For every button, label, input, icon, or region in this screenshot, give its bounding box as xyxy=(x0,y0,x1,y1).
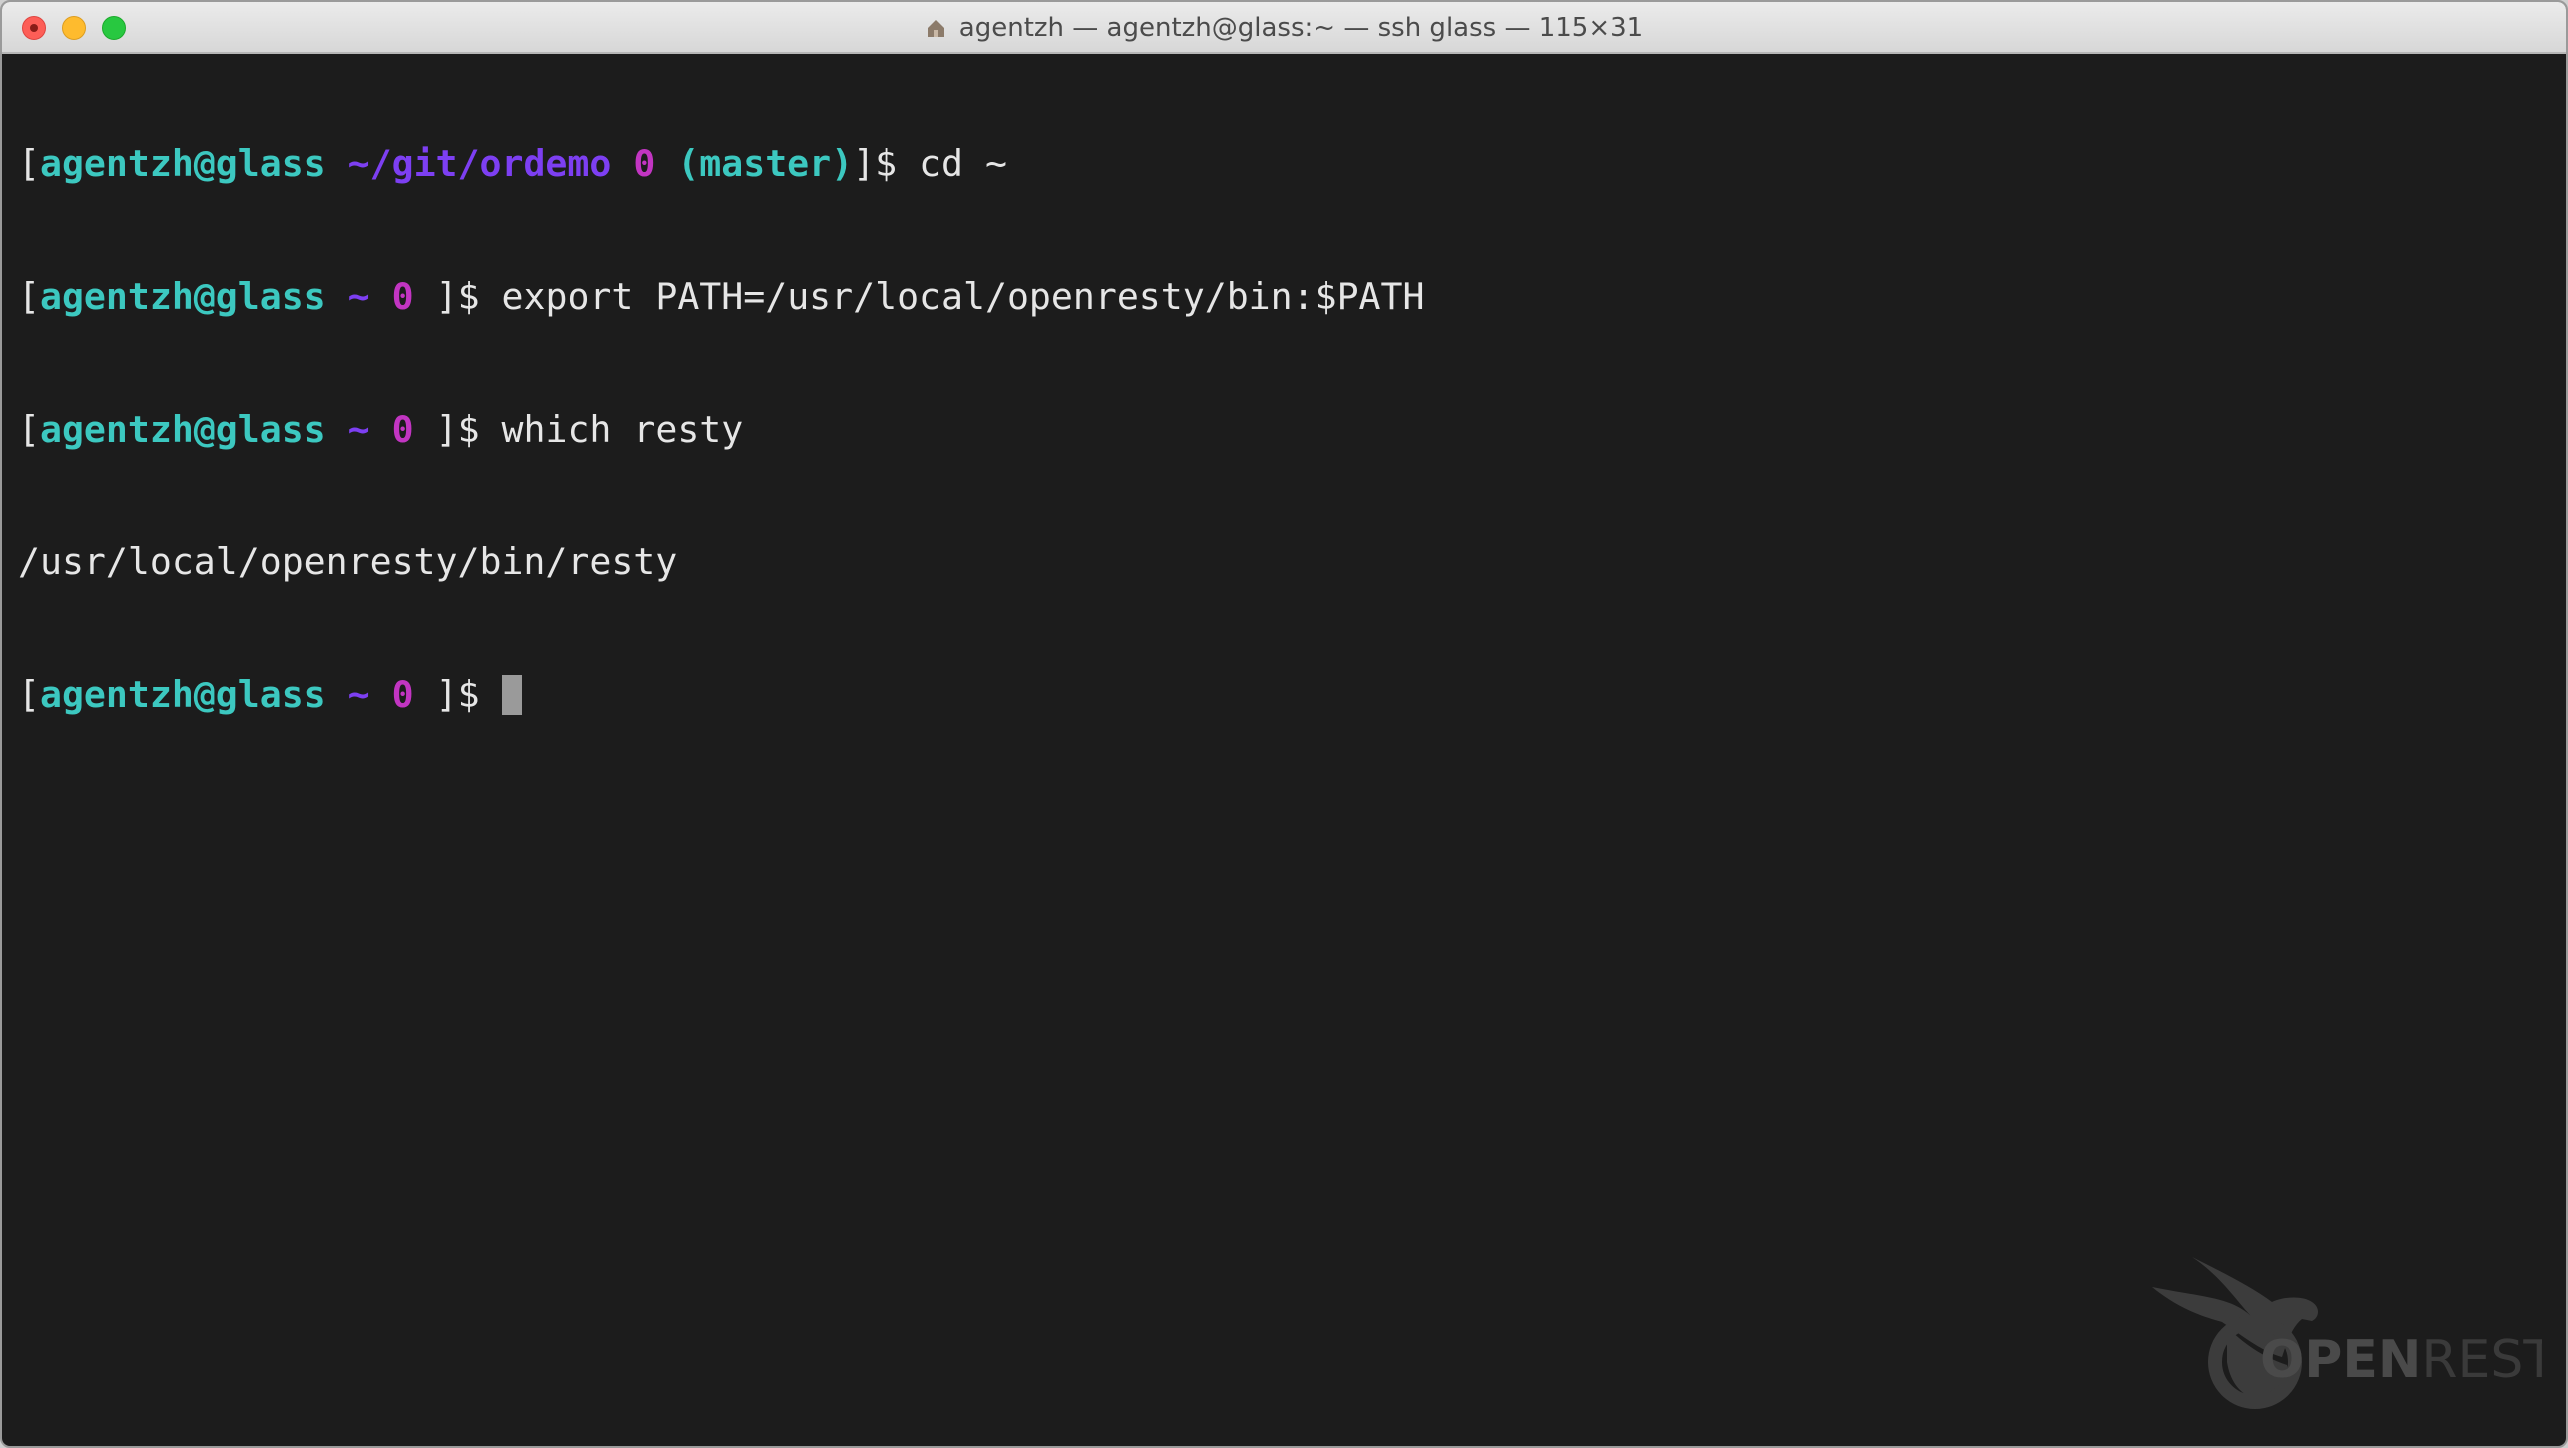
watermark-text-resty: RESTY xyxy=(2421,1330,2542,1390)
openresty-logo-watermark: OPENRESTY xyxy=(2152,1257,2542,1409)
prompt-symbol: ]$ xyxy=(435,407,480,451)
prompt-symbol: ]$ xyxy=(435,275,480,318)
terminal-line: [agentzh@glass ~ 0 ]$ xyxy=(18,673,2538,717)
command-text: cd ~ xyxy=(919,142,1007,186)
prompt-exit-status: 0 xyxy=(391,407,414,451)
prompt-path: ~/git/ordemo xyxy=(347,142,612,186)
prompt-bracket: [ xyxy=(18,407,40,451)
terminal-line: [agentzh@glass ~ 0 ]$ export PATH=/usr/l… xyxy=(18,275,2538,319)
text-cursor[interactable] xyxy=(501,674,522,715)
terminal-line: [agentzh@glass ~ 0 ]$ which resty xyxy=(18,408,2538,452)
terminal-output[interactable]: [agentzh@glass ~/git/ordemo 0 (master)]$… xyxy=(18,54,2538,805)
title-bar[interactable]: agentzh — agentzh@glass:~ — ssh glass — … xyxy=(2,2,2566,54)
window-title: agentzh — agentzh@glass:~ — ssh glass — … xyxy=(2,2,2566,54)
prompt-exit-status: 0 xyxy=(391,672,414,716)
prompt-bracket: [ xyxy=(18,672,40,716)
prompt-symbol: ]$ xyxy=(435,672,480,716)
prompt-exit-status: 0 xyxy=(633,142,656,186)
command-text: which resty xyxy=(501,407,744,451)
prompt-user-host: agentzh@glass xyxy=(39,407,326,451)
command-text: export PATH=/usr/local/openresty/bin:$PA… xyxy=(501,275,1425,318)
prompt-path: ~ xyxy=(347,275,370,318)
prompt-symbol: ]$ xyxy=(853,142,898,186)
terminal-line: /usr/local/openresty/bin/resty xyxy=(18,540,2538,584)
prompt-user-host: agentzh@glass xyxy=(39,142,326,186)
window-title-text: agentzh — agentzh@glass:~ — ssh glass — … xyxy=(958,13,1644,43)
terminal-window: agentzh — agentzh@glass:~ — ssh glass — … xyxy=(0,0,2568,1448)
home-folder-icon xyxy=(927,20,944,37)
prompt-user-host: agentzh@glass xyxy=(39,672,326,716)
command-output: /usr/local/openresty/bin/resty xyxy=(18,540,678,584)
prompt-path: ~ xyxy=(347,672,370,716)
terminal-line: [agentzh@glass ~/git/ordemo 0 (master)]$… xyxy=(18,142,2538,186)
prompt-bracket: [ xyxy=(18,275,40,318)
prompt-bracket: [ xyxy=(18,142,40,186)
svg-text:OPENRESTY: OPENRESTY xyxy=(2260,1330,2542,1390)
prompt-user-host: agentzh@glass xyxy=(39,275,326,318)
watermark-text-open: OPEN xyxy=(2260,1330,2421,1390)
prompt-git-branch: (master) xyxy=(677,142,854,186)
prompt-path: ~ xyxy=(347,407,370,451)
prompt-exit-status: 0 xyxy=(391,275,414,318)
